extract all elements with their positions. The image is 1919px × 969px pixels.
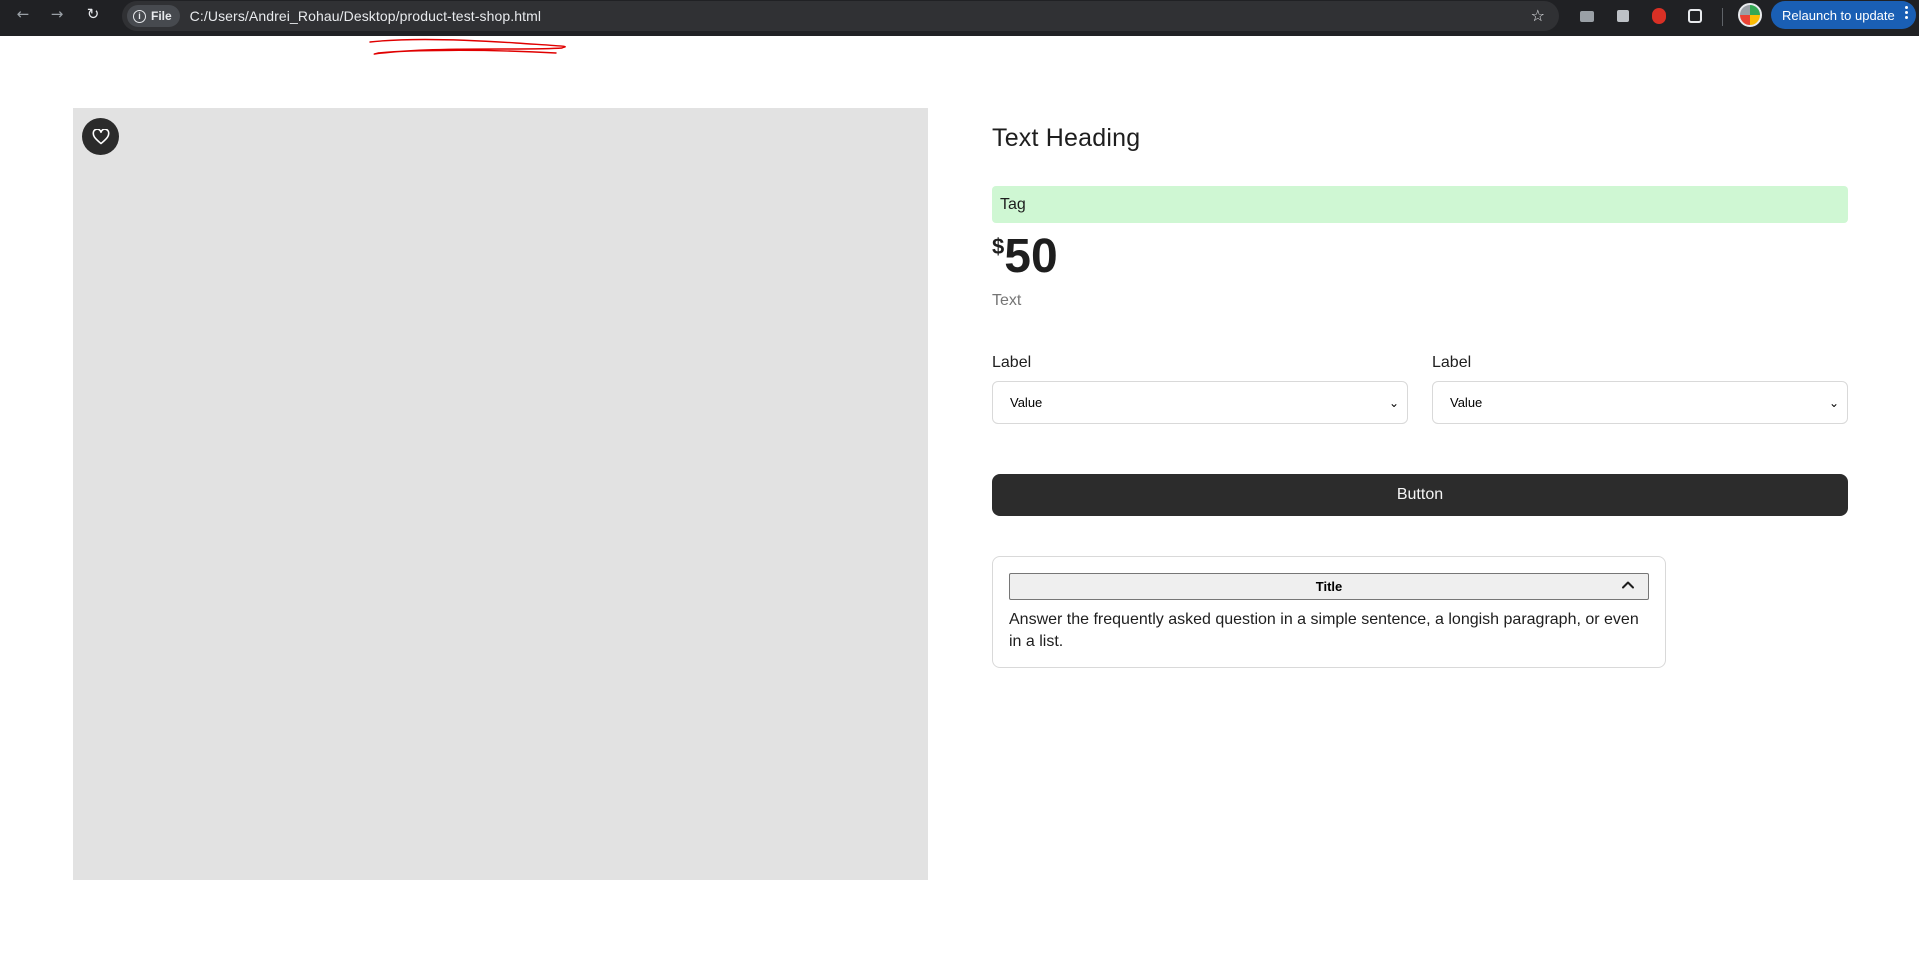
info-icon: i bbox=[133, 9, 146, 23]
site-info-chip[interactable]: i File bbox=[127, 5, 180, 27]
primary-button[interactable]: Button bbox=[992, 474, 1848, 516]
select-dropdown[interactable]: Value ⌄ bbox=[1432, 381, 1848, 424]
extension-icon[interactable] bbox=[1609, 4, 1637, 28]
product-text: Text bbox=[992, 292, 1022, 309]
primary-button-label: Button bbox=[1396, 486, 1444, 503]
select-dropdown[interactable]: Value ⌄ bbox=[992, 381, 1408, 424]
select-value: Value bbox=[1450, 395, 1483, 410]
chevron-up-icon bbox=[1622, 581, 1634, 589]
toolbar-divider bbox=[1722, 8, 1723, 26]
chevron-down-icon: ⌄ bbox=[1828, 395, 1839, 410]
accordion-title: Title bbox=[1315, 579, 1343, 594]
product-tag: Tag bbox=[992, 186, 1848, 223]
star-icon[interactable]: ☆ bbox=[1531, 6, 1545, 25]
tag-label: Tag bbox=[1000, 195, 1026, 213]
select-field-1: Label Value ⌄ bbox=[992, 354, 1408, 424]
heart-icon bbox=[92, 128, 109, 144]
relaunch-button[interactable]: Relaunch to update bbox=[1771, 1, 1916, 29]
stop-extension-icon[interactable] bbox=[1645, 4, 1673, 28]
extension-icon[interactable] bbox=[1573, 4, 1601, 28]
site-info-label: File bbox=[151, 9, 172, 23]
price-amount: 50 bbox=[1004, 230, 1058, 283]
accordion-answer: Answer the frequently asked question in … bbox=[1009, 611, 1639, 650]
select-label: Label bbox=[1432, 354, 1472, 371]
avatar[interactable] bbox=[1738, 3, 1762, 27]
select-field-2: Label Value ⌄ bbox=[1432, 354, 1848, 424]
puzzle-icon[interactable] bbox=[1681, 4, 1709, 28]
browser-toolbar: ← → ↻ i File C:/Users/Andrei_Rohau/Deskt… bbox=[0, 0, 1919, 36]
reload-icon[interactable]: ↻ bbox=[76, 0, 110, 28]
product-price: $ 50 bbox=[992, 226, 1058, 288]
product-image-placeholder bbox=[73, 108, 928, 880]
favorite-button[interactable] bbox=[82, 118, 119, 155]
relaunch-label: Relaunch to update bbox=[1782, 7, 1895, 23]
back-icon[interactable]: ← bbox=[6, 0, 40, 28]
forward-icon[interactable]: → bbox=[40, 0, 74, 28]
faq-accordion: Title Answer the frequently asked questi… bbox=[992, 556, 1666, 668]
url-text[interactable]: C:/Users/Andrei_Rohau/Desktop/product-te… bbox=[190, 8, 541, 24]
red-scribble-annotation bbox=[369, 38, 566, 55]
chevron-down-icon: ⌄ bbox=[1388, 395, 1399, 410]
more-icon bbox=[1904, 6, 1908, 19]
accordion-toggle[interactable]: Title bbox=[1009, 573, 1649, 600]
currency-symbol: $ bbox=[992, 234, 1005, 259]
address-bar[interactable]: i File C:/Users/Andrei_Rohau/Desktop/pro… bbox=[122, 1, 1559, 31]
select-value: Value bbox=[1010, 395, 1043, 410]
select-label: Label bbox=[992, 354, 1032, 371]
product-heading: Text Heading bbox=[992, 124, 1141, 152]
